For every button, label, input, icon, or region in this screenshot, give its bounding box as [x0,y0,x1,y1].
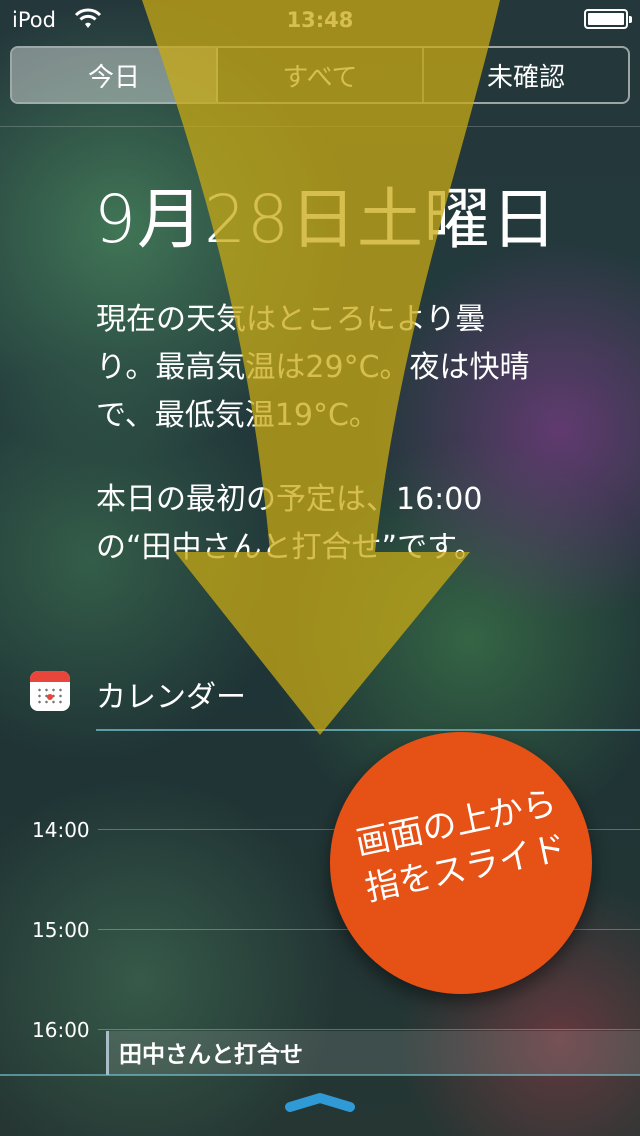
status-bar: iPod 13:48 [0,0,640,40]
hour-line [98,1029,640,1030]
today-date: 9月28日土曜日 [94,181,558,258]
hour-label: 14:00 [32,818,90,842]
tab-all[interactable]: すべて [218,48,424,102]
instruction-text: 画面の上から 指をスライド [352,782,570,910]
calendar-section-title[interactable]: カレンダー [96,672,246,716]
tab-missed[interactable]: 未確認 [424,48,628,102]
schedule-summary: 本日の最初の予定は、16:00 の“田中さんと打合せ”です。 [96,482,485,565]
calendar-event[interactable]: 田中さんと打合せ [106,1031,640,1075]
hour-label: 16:00 [32,1018,90,1042]
calendar-divider [96,729,640,731]
battery-icon [584,9,632,29]
hour-label: 15:00 [32,918,90,942]
tab-today[interactable]: 今日 [12,48,218,102]
bottom-divider [0,1074,640,1076]
instruction-badge: 画面の上から 指をスライド [330,732,592,994]
grabber-handle-icon[interactable] [284,1092,356,1114]
weather-summary: 現在の天気はところにより曇 り。最高気温は29°C。夜は快晴 で、最低気温19°… [96,302,530,433]
notification-tabs: 今日 すべて 未確認 [10,46,630,104]
event-title: 田中さんと打合せ [119,1042,303,1068]
header-divider [0,126,640,127]
status-time: 13:48 [286,8,354,32]
calendar-icon [30,671,70,711]
